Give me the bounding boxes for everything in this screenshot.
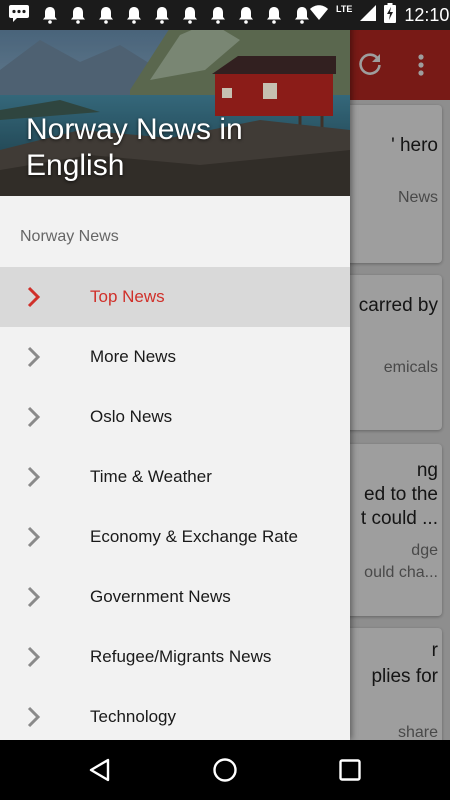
chevron-right-icon [26,466,42,488]
menu-item-label: Technology [90,707,177,726]
menu-item-time-weather[interactable]: Time & Weather [0,447,350,507]
chevron-right-icon [26,706,42,728]
menu-item-label: Top News [90,287,165,306]
home-icon[interactable] [212,757,238,783]
back-icon[interactable] [87,757,113,783]
chevron-right-icon [26,586,42,608]
bell-icon [238,6,254,24]
drawer-menu: Top News More News Oslo News Time & Weat… [0,267,350,740]
menu-item-refugee-news[interactable]: Refugee/Migrants News [0,627,350,687]
menu-item-label: More News [90,347,176,366]
notification-icons [8,4,310,27]
drawer-scrim[interactable] [350,30,450,740]
menu-item-label: Government News [90,587,231,606]
menu-item-label: Economy & Exchange Rate [90,527,298,546]
bell-icon [154,6,170,24]
bell-icon [266,6,282,24]
bell-icon [98,6,114,24]
menu-item-economy[interactable]: Economy & Exchange Rate [0,507,350,567]
bell-icon [126,6,142,24]
bell-icon [210,6,226,24]
bell-icon [294,6,310,24]
menu-item-label: Refugee/Migrants News [90,647,272,666]
navigation-drawer: Norway News in English Norway News Top N… [0,0,350,740]
status-bar: LTE 12:10 [0,0,450,30]
menu-item-more-news[interactable]: More News [0,327,350,387]
menu-item-government-news[interactable]: Government News [0,567,350,627]
network-type-label: LTE [336,4,353,14]
chevron-right-icon [26,346,42,368]
bell-icon [182,6,198,24]
menu-item-label: Time & Weather [90,467,212,486]
wifi-icon [310,4,328,26]
menu-item-top-news[interactable]: Top News [0,267,350,327]
message-icon [8,4,30,27]
chevron-right-icon [26,406,42,428]
clock: 12:10 [404,4,450,25]
chevron-right-icon [26,646,42,668]
chevron-right-icon [26,286,42,308]
chevron-right-icon [26,526,42,548]
bell-icon [70,6,86,24]
battery-charging-icon [384,2,397,28]
drawer-title: Norway News in English [26,113,243,182]
signal-icon [360,4,377,26]
system-nav-bar [0,740,450,800]
menu-item-technology[interactable]: Technology [0,687,350,740]
recents-icon[interactable] [337,757,363,783]
drawer-section-label: Norway News [20,228,119,245]
menu-item-label: Oslo News [90,407,173,426]
bell-icon [42,6,58,24]
menu-item-oslo-news[interactable]: Oslo News [0,387,350,447]
